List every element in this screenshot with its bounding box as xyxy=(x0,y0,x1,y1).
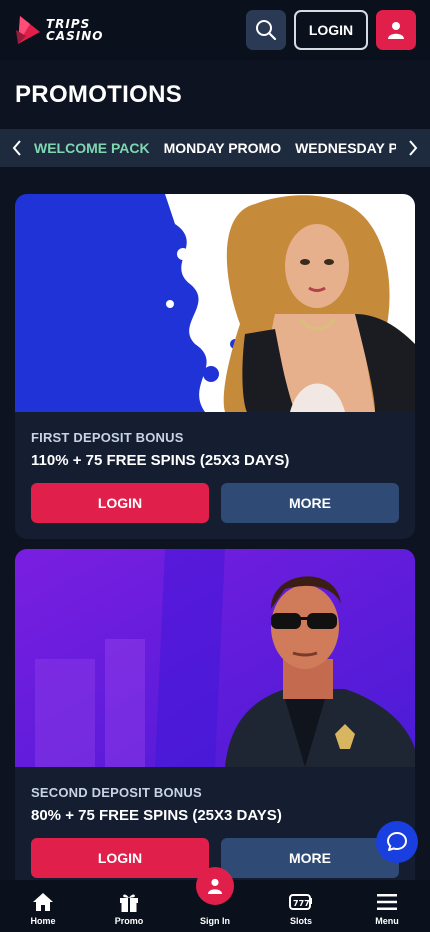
chevron-right-icon xyxy=(409,140,418,156)
slots-icon: 777 xyxy=(289,894,312,910)
header-login-button[interactable]: LOGIN xyxy=(294,10,368,50)
chat-icon xyxy=(387,832,407,851)
user-button[interactable] xyxy=(376,10,416,50)
promo-title: 110% + 75 FREE SPINS (25X3 DAYS) xyxy=(31,452,290,469)
tabs-next-button[interactable] xyxy=(396,129,430,167)
promo-card: FIRST DEPOSIT BONUS 110% + 75 FREE SPINS… xyxy=(15,194,415,539)
nav-menu[interactable]: Menu xyxy=(344,880,430,932)
tab-wednesday-promo[interactable]: WEDNESDAY PROMO xyxy=(295,140,396,156)
promo-more-button[interactable]: MORE xyxy=(221,483,399,523)
promo-login-button[interactable]: LOGIN xyxy=(31,838,209,878)
search-button[interactable] xyxy=(246,10,286,50)
logo-line2: CASINO xyxy=(46,29,104,43)
menu-icon xyxy=(377,894,397,910)
user-icon xyxy=(207,878,223,894)
user-icon xyxy=(388,22,404,39)
bottom-nav: Home Promo Sign In 777 Slots Menu xyxy=(0,867,430,932)
nav-promo[interactable]: Promo xyxy=(86,880,172,932)
svg-text:777: 777 xyxy=(293,899,310,908)
search-icon xyxy=(256,20,277,41)
nav-slots[interactable]: 777 Slots xyxy=(258,880,344,932)
logo-text: TRIPS CASINO xyxy=(46,18,103,42)
tab-monday-promo[interactable]: MONDAY PROMO xyxy=(164,140,281,156)
tabs-prev-button[interactable] xyxy=(0,129,34,167)
promo-image-woman xyxy=(15,194,415,412)
promo-image-officer xyxy=(15,549,415,767)
nav-menu-label: Menu xyxy=(375,916,399,926)
nav-home-label: Home xyxy=(30,916,56,926)
home-icon xyxy=(33,893,53,911)
nav-sign-in-label: Sign In xyxy=(200,916,230,926)
logo[interactable]: TRIPS CASINO xyxy=(14,10,103,50)
chat-button[interactable] xyxy=(376,821,418,863)
promo-title: 80% + 75 FREE SPINS (25X3 DAYS) xyxy=(31,807,282,824)
promo-tabs-bar: WELCOME PACK MONDAY PROMO WEDNESDAY PROM… xyxy=(0,129,430,167)
tab-welcome-pack[interactable]: WELCOME PACK xyxy=(34,140,150,156)
promo-card-image xyxy=(15,194,415,412)
chevron-left-icon xyxy=(12,140,21,156)
promo-card: SECOND DEPOSIT BONUS 80% + 75 FREE SPINS… xyxy=(15,549,415,894)
tabs-list: WELCOME PACK MONDAY PROMO WEDNESDAY PROM… xyxy=(34,140,396,156)
sign-in-circle[interactable] xyxy=(196,867,234,905)
page-title: PROMOTIONS xyxy=(15,81,183,108)
promo-card-image xyxy=(15,549,415,767)
gift-icon xyxy=(120,894,138,912)
nav-sign-in[interactable]: Sign In xyxy=(172,867,258,932)
top-header: TRIPS CASINO LOGIN xyxy=(0,0,430,60)
promo-label: SECOND DEPOSIT BONUS xyxy=(31,785,202,800)
nav-home[interactable]: Home xyxy=(0,880,86,932)
promo-more-button[interactable]: MORE xyxy=(221,838,399,878)
promo-login-button[interactable]: LOGIN xyxy=(31,483,209,523)
logo-mark-icon xyxy=(16,16,40,44)
nav-promo-label: Promo xyxy=(114,916,144,926)
promo-label: FIRST DEPOSIT BONUS xyxy=(31,430,184,445)
nav-slots-label: Slots xyxy=(289,916,312,926)
